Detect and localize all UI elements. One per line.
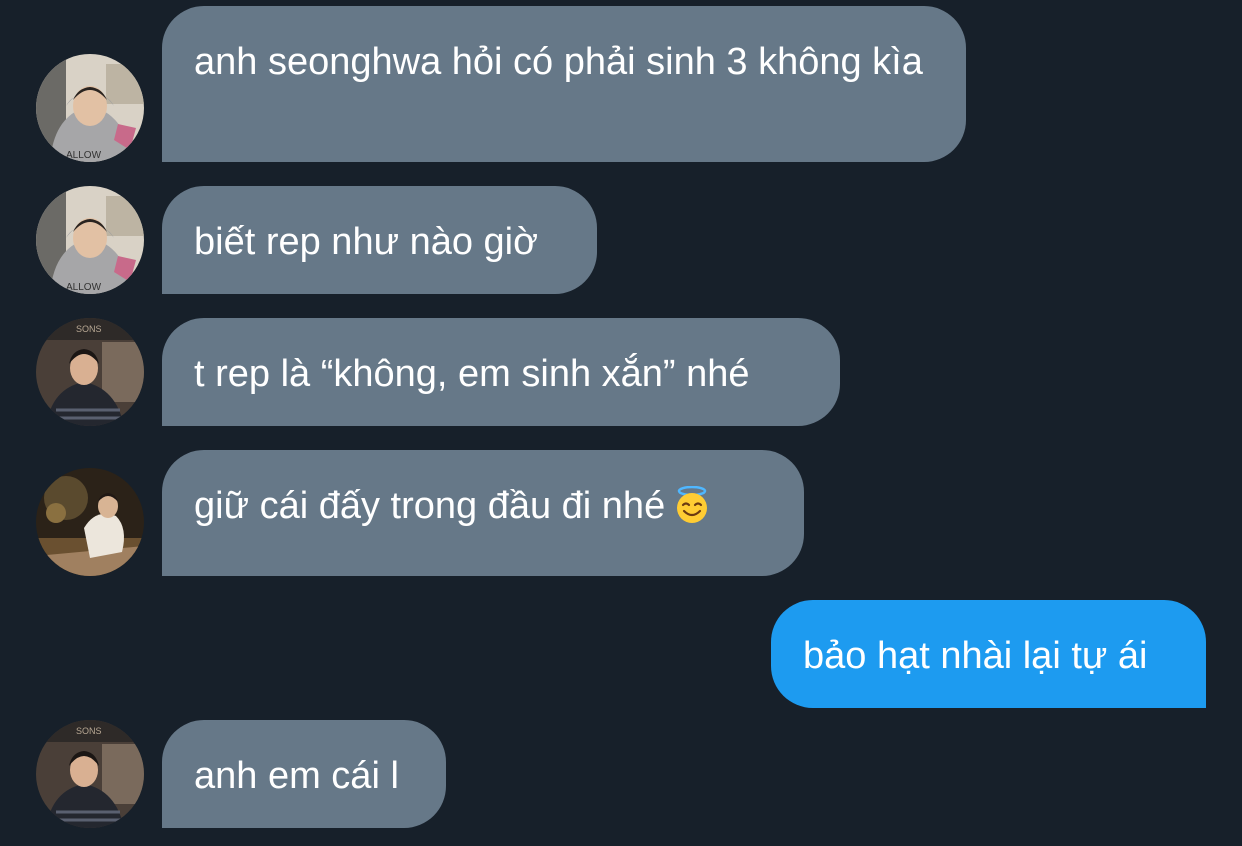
incoming-message-bubble[interactable]: t rep là “không, em sinh xắn” nhé (162, 318, 840, 426)
incoming-message-bubble[interactable]: biết rep như nào giờ (162, 186, 597, 294)
outgoing-message-bubble[interactable]: bảo hạt nhài lại tự ái (771, 600, 1206, 708)
avatar-hoodie-image: ALLOW (36, 186, 144, 294)
svg-text:ALLOW: ALLOW (66, 150, 102, 161)
message-text: t rep là “không, em sinh xắn” nhé (194, 353, 750, 395)
avatar-dark-shirt-image: SONS (36, 318, 144, 426)
message-text: anh em cái l (194, 755, 399, 797)
avatar-dark-shirt-image: SONS (36, 720, 144, 828)
incoming-message-bubble[interactable]: giữ cái đấy trong đầu đi nhé (162, 450, 804, 576)
avatar[interactable]: SONS (36, 720, 144, 828)
svg-text:SONS: SONS (76, 726, 102, 736)
svg-text:ALLOW: ALLOW (66, 282, 102, 293)
incoming-message-bubble[interactable]: anh em cái l (162, 720, 446, 828)
avatar-night-scene-image (36, 468, 144, 576)
message-text: biết rep như nào giờ (194, 221, 539, 263)
smiling-face-with-halo-icon (673, 485, 711, 524)
message-text: bảo hạt nhài lại tự ái (803, 635, 1148, 677)
avatar[interactable]: ALLOW (36, 186, 144, 294)
avatar-hoodie-image: ALLOW (36, 54, 144, 162)
message-text: anh seonghwa hỏi có phải sinh 3 không kì… (194, 41, 923, 83)
incoming-message-bubble[interactable]: anh seonghwa hỏi có phải sinh 3 không kì… (162, 6, 966, 162)
message-text: giữ cái đấy trong đầu đi nhé (194, 485, 666, 527)
avatar[interactable] (36, 468, 144, 576)
svg-text:SONS: SONS (76, 324, 102, 334)
avatar[interactable]: SONS (36, 318, 144, 426)
avatar[interactable]: ALLOW (36, 54, 144, 162)
